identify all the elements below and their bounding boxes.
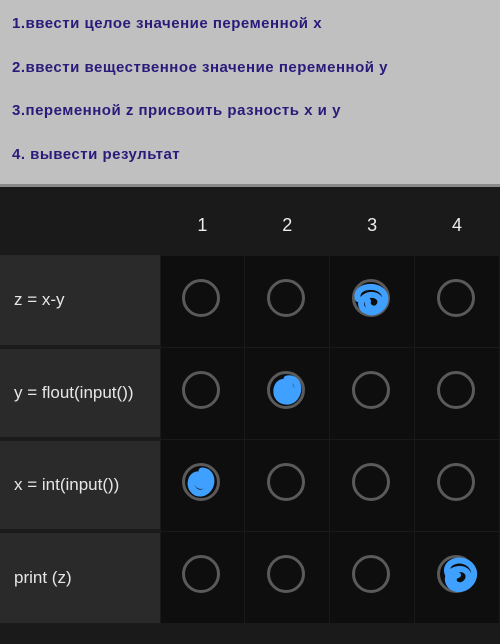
table-row: print (z) bbox=[0, 531, 500, 623]
radio-r1c1[interactable] bbox=[160, 255, 245, 347]
instruction-line-3: 3.переменной z присвоить разность x и y bbox=[12, 101, 488, 121]
header-blank bbox=[0, 197, 160, 255]
row-label-4: print (z) bbox=[0, 531, 160, 623]
radio-r1c4[interactable] bbox=[415, 255, 500, 347]
col-header-2: 2 bbox=[245, 197, 330, 255]
instruction-line-1: 1.ввести целое значение переменной x bbox=[12, 14, 488, 34]
instruction-line-2: 2.ввести вещественное значение переменно… bbox=[12, 58, 488, 78]
answer-matrix: 1 2 3 4 z = x-y bbox=[0, 187, 500, 624]
radio-r1c2[interactable] bbox=[245, 255, 330, 347]
row-label-1: z = x-y bbox=[0, 255, 160, 347]
instruction-line-4: 4. вывести результат bbox=[12, 145, 488, 165]
radio-r1c3[interactable] bbox=[330, 255, 415, 347]
radio-r4c4[interactable] bbox=[415, 531, 500, 623]
radio-r3c1[interactable] bbox=[160, 439, 245, 531]
radio-r4c3[interactable] bbox=[330, 531, 415, 623]
radio-r2c3[interactable] bbox=[330, 347, 415, 439]
instruction-card: 1.ввести целое значение переменной x 2.в… bbox=[0, 0, 500, 187]
col-header-3: 3 bbox=[330, 197, 415, 255]
col-header-1: 1 bbox=[160, 197, 245, 255]
table-row: z = x-y bbox=[0, 255, 500, 347]
radio-r2c4[interactable] bbox=[415, 347, 500, 439]
radio-r2c2[interactable] bbox=[245, 347, 330, 439]
col-header-4: 4 bbox=[415, 197, 500, 255]
row-label-3: x = int(input()) bbox=[0, 439, 160, 531]
table-row: x = int(input()) bbox=[0, 439, 500, 531]
radio-r3c2[interactable] bbox=[245, 439, 330, 531]
table-row: y = flout(input()) bbox=[0, 347, 500, 439]
radio-r4c2[interactable] bbox=[245, 531, 330, 623]
radio-r3c3[interactable] bbox=[330, 439, 415, 531]
row-label-2: y = flout(input()) bbox=[0, 347, 160, 439]
radio-r2c1[interactable] bbox=[160, 347, 245, 439]
radio-r3c4[interactable] bbox=[415, 439, 500, 531]
radio-r4c1[interactable] bbox=[160, 531, 245, 623]
